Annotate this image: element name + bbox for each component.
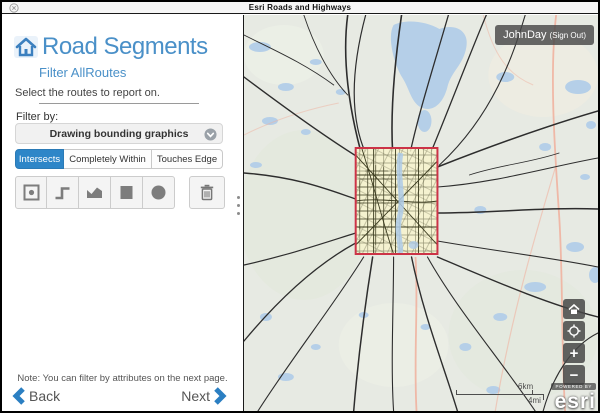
tab-label: Touches Edge [157, 154, 217, 165]
zoom-in-button[interactable]: + [563, 343, 585, 363]
chevron-right-icon [213, 387, 227, 405]
wizard-panel: Road Segments Filter AllRoutes Select th… [2, 15, 243, 411]
draw-rectangle-button[interactable] [111, 176, 143, 209]
divider [39, 103, 199, 104]
back-label: Back [29, 388, 60, 404]
filter-method-dropdown[interactable]: Drawing bounding graphics [15, 123, 223, 144]
chevron-down-icon [204, 128, 217, 141]
window-title: Esri Roads and Highways [2, 3, 598, 12]
powered-by-label: POWERED BY [551, 383, 596, 390]
esri-brand: esri [551, 393, 596, 411]
page-title: Road Segments [42, 33, 208, 61]
polyline-tool-icon [54, 184, 71, 201]
tab-completely-within[interactable]: Completely Within [64, 149, 152, 169]
chevron-left-icon [12, 387, 26, 405]
tab-label: Completely Within [69, 154, 146, 165]
scale-mi-label: 4mi [528, 396, 541, 405]
tab-label: Intersects [19, 154, 60, 165]
sign-out-label[interactable]: (Sign Out) [550, 31, 586, 40]
locate-button[interactable] [563, 321, 585, 341]
note-text: Note: You can filter by attributes on th… [2, 373, 243, 384]
app-window: Esri Roads and Highways Road Segments Fi… [0, 0, 600, 413]
map-canvas[interactable]: JohnDay (Sign Out) + − [243, 15, 598, 411]
next-label: Next [181, 388, 210, 404]
tab-intersects[interactable]: Intersects [15, 149, 64, 169]
dropdown-selected-value: Drawing bounding graphics [50, 128, 189, 140]
page-subtitle: Filter AllRoutes [39, 65, 126, 80]
tab-touches-edge[interactable]: Touches Edge [152, 149, 223, 169]
panel-header: Road Segments [14, 33, 208, 61]
scale-bar: 6km 4mi [456, 386, 544, 404]
panel-resize-handle[interactable] [237, 196, 240, 215]
draw-polyline-button[interactable] [47, 176, 79, 209]
clear-graphics-button[interactable] [189, 176, 225, 209]
draw-circle-button[interactable] [143, 176, 175, 209]
page-description: Select the routes to report on. [15, 87, 160, 99]
spatial-filter-tabs: Intersects Completely Within Touches Edg… [15, 149, 223, 169]
draw-point-button[interactable] [15, 176, 47, 209]
trash-icon [199, 184, 215, 201]
circle-tool-icon [150, 184, 167, 201]
locate-icon [567, 324, 581, 338]
scale-line [456, 394, 544, 395]
filter-by-label: Filter by: [16, 111, 58, 123]
basemap [244, 15, 598, 411]
back-button[interactable]: Back [12, 387, 60, 405]
title-bar: Esri Roads and Highways [2, 2, 598, 14]
user-button[interactable]: JohnDay (Sign Out) [495, 25, 594, 45]
home-icon [568, 304, 580, 315]
user-name: JohnDay [503, 29, 546, 41]
draw-toolbar [15, 176, 225, 209]
polygon-tool-icon [86, 184, 103, 201]
point-tool-icon [23, 184, 40, 201]
rectangle-tool-icon [118, 184, 135, 201]
draw-polygon-button[interactable] [79, 176, 111, 209]
map-controls: + − [563, 299, 585, 385]
home-button[interactable] [563, 299, 585, 319]
next-button[interactable]: Next [181, 387, 227, 405]
esri-logo: POWERED BY esri [551, 375, 596, 411]
road-segments-icon [14, 36, 38, 58]
scale-km-label: 6km [518, 382, 533, 391]
